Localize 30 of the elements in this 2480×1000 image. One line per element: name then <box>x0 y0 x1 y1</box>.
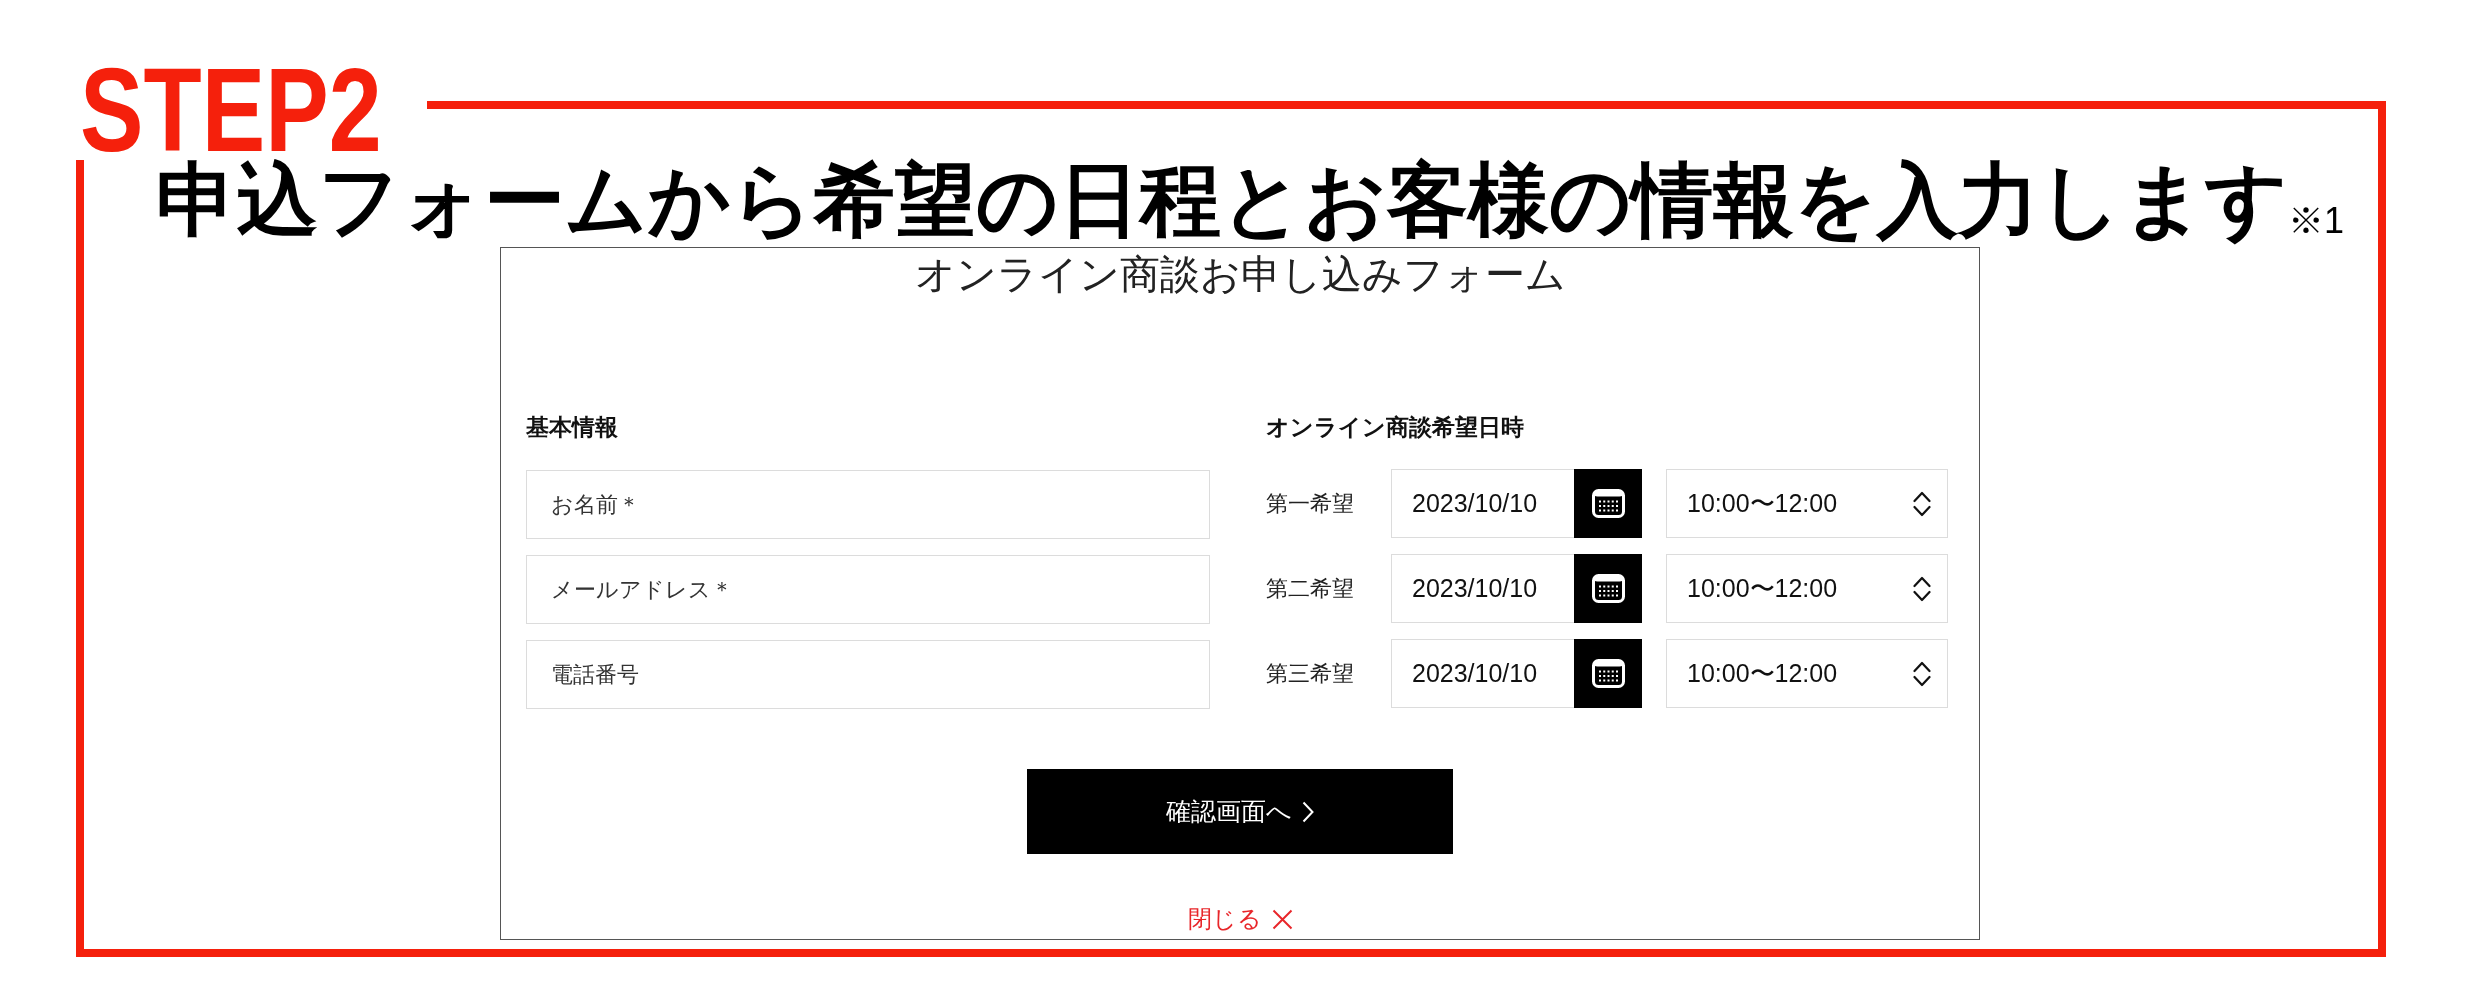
calendar-button[interactable] <box>1574 469 1642 538</box>
chevron-right-icon <box>1302 800 1314 823</box>
time-select[interactable]: 10:00〜12:00 <box>1666 554 1948 623</box>
calendar-icon <box>1591 489 1625 518</box>
date-field[interactable]: 2023/10/10 <box>1391 639 1574 708</box>
form-title: オンライン商談お申し込みフォーム <box>914 254 1566 294</box>
time-select[interactable]: 10:00〜12:00 <box>1666 469 1948 538</box>
section-heading: 基本情報 <box>526 416 618 439</box>
footnote-mark: ※1 <box>2288 203 2344 239</box>
section-heading: オンライン商談希望日時 <box>1266 416 1524 439</box>
chevron-up-down-icon <box>1913 575 1931 602</box>
calendar-button[interactable] <box>1574 639 1642 708</box>
step-label: STEP2 <box>80 65 382 154</box>
chevron-up-down-icon <box>1913 660 1931 687</box>
preference-label: 第一希望 <box>1266 492 1355 515</box>
confirm-button[interactable]: 確認画面へ <box>1027 769 1453 854</box>
calendar-icon <box>1591 574 1625 603</box>
calendar-icon <box>1591 659 1625 688</box>
input-field[interactable]: 電話番号 <box>526 640 1210 709</box>
calendar-button[interactable] <box>1574 554 1642 623</box>
preference-label: 第三希望 <box>1266 662 1355 685</box>
input-field[interactable]: メールアドレス＊ <box>526 555 1210 624</box>
close-link[interactable]: 閉じる <box>1187 907 1293 931</box>
input-field[interactable]: お名前＊ <box>526 470 1210 539</box>
preference-label: 第二希望 <box>1266 577 1355 600</box>
time-select[interactable]: 10:00〜12:00 <box>1666 639 1948 708</box>
date-field[interactable]: 2023/10/10 <box>1391 554 1574 623</box>
chevron-up-down-icon <box>1913 490 1931 517</box>
date-field[interactable]: 2023/10/10 <box>1391 469 1574 538</box>
close-icon <box>1271 908 1293 930</box>
